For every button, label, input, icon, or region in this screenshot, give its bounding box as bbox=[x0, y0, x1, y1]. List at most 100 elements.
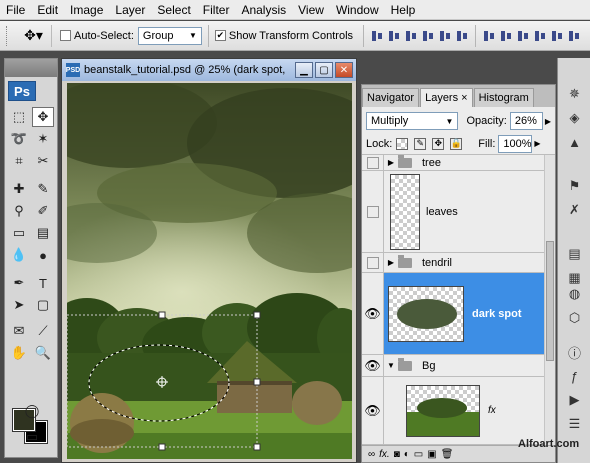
scrollbar-thumb[interactable] bbox=[546, 241, 554, 361]
screen-mode-icon[interactable]: ▭ bbox=[21, 427, 43, 447]
lasso-tool-icon[interactable]: ➰ bbox=[8, 129, 30, 149]
move-tool-icon[interactable]: ✥ bbox=[32, 107, 54, 127]
info-panel-icon[interactable]: ▤ bbox=[564, 244, 585, 264]
paths-panel-icon[interactable]: ⬡ bbox=[564, 308, 585, 328]
lock-image-icon[interactable]: ✎ bbox=[414, 137, 427, 150]
actions-panel-icon[interactable]: ⚑ bbox=[564, 176, 585, 196]
effects-icon[interactable]: fx bbox=[488, 405, 496, 416]
move-tool-preset-icon[interactable]: ✥▾ bbox=[16, 24, 52, 47]
navigator-panel-icon[interactable]: ✵ bbox=[564, 84, 585, 104]
layers-panel-icon[interactable]: ◈ bbox=[564, 108, 585, 128]
visibility-toggle[interactable]: 👁 bbox=[362, 273, 384, 354]
adjustment-layer-icon[interactable]: ◐ bbox=[404, 449, 410, 460]
menu-edit[interactable]: Edit bbox=[31, 0, 64, 20]
fill-input[interactable]: 100% bbox=[498, 134, 533, 153]
animation-panel-icon[interactable]: ▶ bbox=[564, 390, 585, 410]
opacity-input[interactable]: 26% bbox=[509, 112, 543, 130]
link-layers-icon[interactable]: ∞ bbox=[368, 449, 375, 460]
add-mask-icon[interactable]: ◙ bbox=[394, 449, 400, 460]
marquee-tool-icon[interactable]: ⬚ bbox=[8, 107, 30, 127]
align-right-edges-icon[interactable] bbox=[455, 28, 469, 44]
healing-brush-tool-icon[interactable]: ✚ bbox=[8, 179, 30, 199]
chevron-right-icon[interactable]: ▶ bbox=[545, 117, 551, 126]
menu-select[interactable]: Select bbox=[151, 0, 196, 20]
tab-layers[interactable]: Layers × bbox=[420, 88, 473, 107]
blend-mode-dropdown[interactable]: Multiply ▼ bbox=[366, 112, 459, 130]
expand-triangle-icon[interactable]: ▶ bbox=[384, 158, 398, 167]
lock-all-icon[interactable]: 🔒 bbox=[450, 137, 463, 150]
align-bottom-edges-icon[interactable] bbox=[404, 28, 418, 44]
layer-row-tendril[interactable]: ▶ tendril bbox=[362, 253, 544, 273]
menu-file[interactable]: File bbox=[0, 0, 31, 20]
distribute-right-icon[interactable] bbox=[567, 28, 581, 44]
brushes-panel-icon[interactable]: ☰ bbox=[564, 414, 585, 434]
menu-view[interactable]: View bbox=[292, 0, 330, 20]
document-title-bar[interactable]: PSD beanstalk_tutorial.psd @ 25% (dark s… bbox=[62, 59, 356, 81]
new-group-icon[interactable]: ▭ bbox=[414, 449, 423, 460]
menu-filter[interactable]: Filter bbox=[197, 0, 236, 20]
tab-navigator[interactable]: Navigator bbox=[362, 88, 420, 107]
add-style-icon[interactable]: fx. bbox=[379, 449, 390, 460]
visibility-toggle[interactable] bbox=[362, 155, 384, 170]
lock-transparent-icon[interactable] bbox=[396, 137, 409, 150]
styles-panel-icon[interactable]: ◍ bbox=[564, 284, 585, 304]
magic-wand-tool-icon[interactable]: ✶ bbox=[32, 129, 54, 149]
menu-image[interactable]: Image bbox=[64, 0, 109, 20]
distribute-bottom-icon[interactable] bbox=[516, 28, 530, 44]
menu-window[interactable]: Window bbox=[330, 0, 385, 20]
tools-panel-header[interactable] bbox=[5, 59, 57, 77]
gradient-tool-icon[interactable]: ▤ bbox=[32, 223, 54, 243]
shape-tool-icon[interactable]: ▢ bbox=[32, 295, 54, 315]
collapse-triangle-icon[interactable]: ▼ bbox=[384, 361, 398, 370]
distribute-top-icon[interactable] bbox=[482, 28, 496, 44]
brush-tool-icon[interactable]: ✎ bbox=[32, 179, 54, 199]
auto-select-dropdown[interactable]: Group ▼ bbox=[137, 26, 202, 45]
distribute-hcenter-icon[interactable] bbox=[550, 28, 564, 44]
lock-position-icon[interactable]: ✥ bbox=[432, 137, 445, 150]
distribute-left-icon[interactable] bbox=[533, 28, 547, 44]
close-icon[interactable]: × bbox=[461, 92, 467, 104]
crop-tool-icon[interactable]: ⌗ bbox=[8, 151, 30, 171]
minimize-button[interactable]: ▁ bbox=[295, 62, 313, 78]
zoom-tool-icon[interactable]: 🔍 bbox=[32, 343, 54, 363]
layer-row-tree[interactable]: ▶ tree bbox=[362, 154, 544, 171]
clone-stamp-tool-icon[interactable]: ⚲ bbox=[8, 201, 30, 221]
align-horizontal-centers-icon[interactable] bbox=[438, 28, 452, 44]
layer-row-leaves[interactable]: leaves bbox=[362, 171, 544, 253]
type-tool-icon[interactable]: T bbox=[32, 273, 54, 293]
dodge-tool-icon[interactable]: ● bbox=[32, 245, 54, 265]
layers-scrollbar[interactable] bbox=[544, 155, 555, 447]
slice-tool-icon[interactable]: ✂ bbox=[32, 151, 54, 171]
menu-help[interactable]: Help bbox=[385, 0, 422, 20]
eyedropper-tool-icon[interactable]: ⟋ bbox=[32, 321, 54, 341]
channels-panel-icon[interactable]: ƒ bbox=[564, 366, 585, 386]
expand-triangle-icon[interactable]: ▶ bbox=[384, 258, 398, 267]
chevron-right-icon[interactable]: ▶ bbox=[534, 139, 540, 148]
history-brush-tool-icon[interactable]: ✐ bbox=[32, 201, 54, 221]
auto-select-checkbox[interactable] bbox=[60, 30, 71, 41]
visibility-toggle[interactable] bbox=[362, 171, 384, 252]
histogram-panel-icon[interactable]: ▲ bbox=[564, 132, 585, 152]
new-layer-icon[interactable]: ▣ bbox=[427, 449, 436, 460]
hand-tool-icon[interactable]: ✋ bbox=[8, 343, 30, 363]
layer-row-bg[interactable]: 👁 ▼ Bg bbox=[362, 355, 544, 377]
info-icon[interactable]: ⓘ bbox=[564, 342, 585, 362]
align-top-edges-icon[interactable] bbox=[370, 28, 384, 44]
close-button[interactable]: ✕ bbox=[335, 62, 353, 78]
layer-row-bg-image[interactable]: 👁 fx bbox=[362, 377, 544, 445]
align-left-edges-icon[interactable] bbox=[421, 28, 435, 44]
tab-histogram[interactable]: Histogram bbox=[473, 88, 534, 107]
visibility-toggle[interactable]: 👁 bbox=[362, 355, 384, 376]
tool-presets-icon[interactable]: ✗ bbox=[564, 200, 585, 220]
quick-mask-icon[interactable]: ◯ bbox=[21, 401, 43, 421]
show-transform-checkbox[interactable]: ✔ bbox=[214, 30, 226, 41]
menu-layer[interactable]: Layer bbox=[109, 0, 151, 20]
options-grip[interactable] bbox=[6, 25, 10, 46]
visibility-toggle[interactable]: 👁 bbox=[362, 377, 384, 444]
notes-tool-icon[interactable]: ✉ bbox=[8, 321, 30, 341]
menu-analysis[interactable]: Analysis bbox=[235, 0, 292, 20]
blur-tool-icon[interactable]: 💧 bbox=[8, 245, 30, 265]
path-selection-tool-icon[interactable]: ➤ bbox=[8, 295, 30, 315]
maximize-button[interactable]: ▢ bbox=[315, 62, 333, 78]
layer-row-dark-spot[interactable]: 👁 dark spot bbox=[362, 273, 544, 355]
